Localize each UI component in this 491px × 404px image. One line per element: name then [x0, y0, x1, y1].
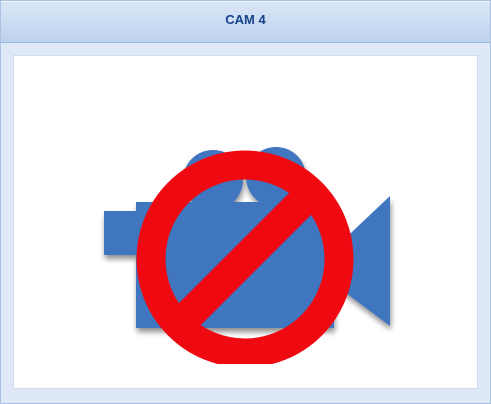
camera-panel: CAM 4	[0, 0, 491, 404]
panel-header[interactable]: CAM 4	[1, 1, 490, 43]
panel-title: CAM 4	[225, 12, 266, 27]
no-camera-icon	[104, 147, 390, 364]
camera-handle-shape	[104, 211, 138, 255]
header-highlight	[1, 1, 490, 2]
camera-feed-viewport	[13, 55, 478, 389]
panel-body	[1, 43, 490, 403]
